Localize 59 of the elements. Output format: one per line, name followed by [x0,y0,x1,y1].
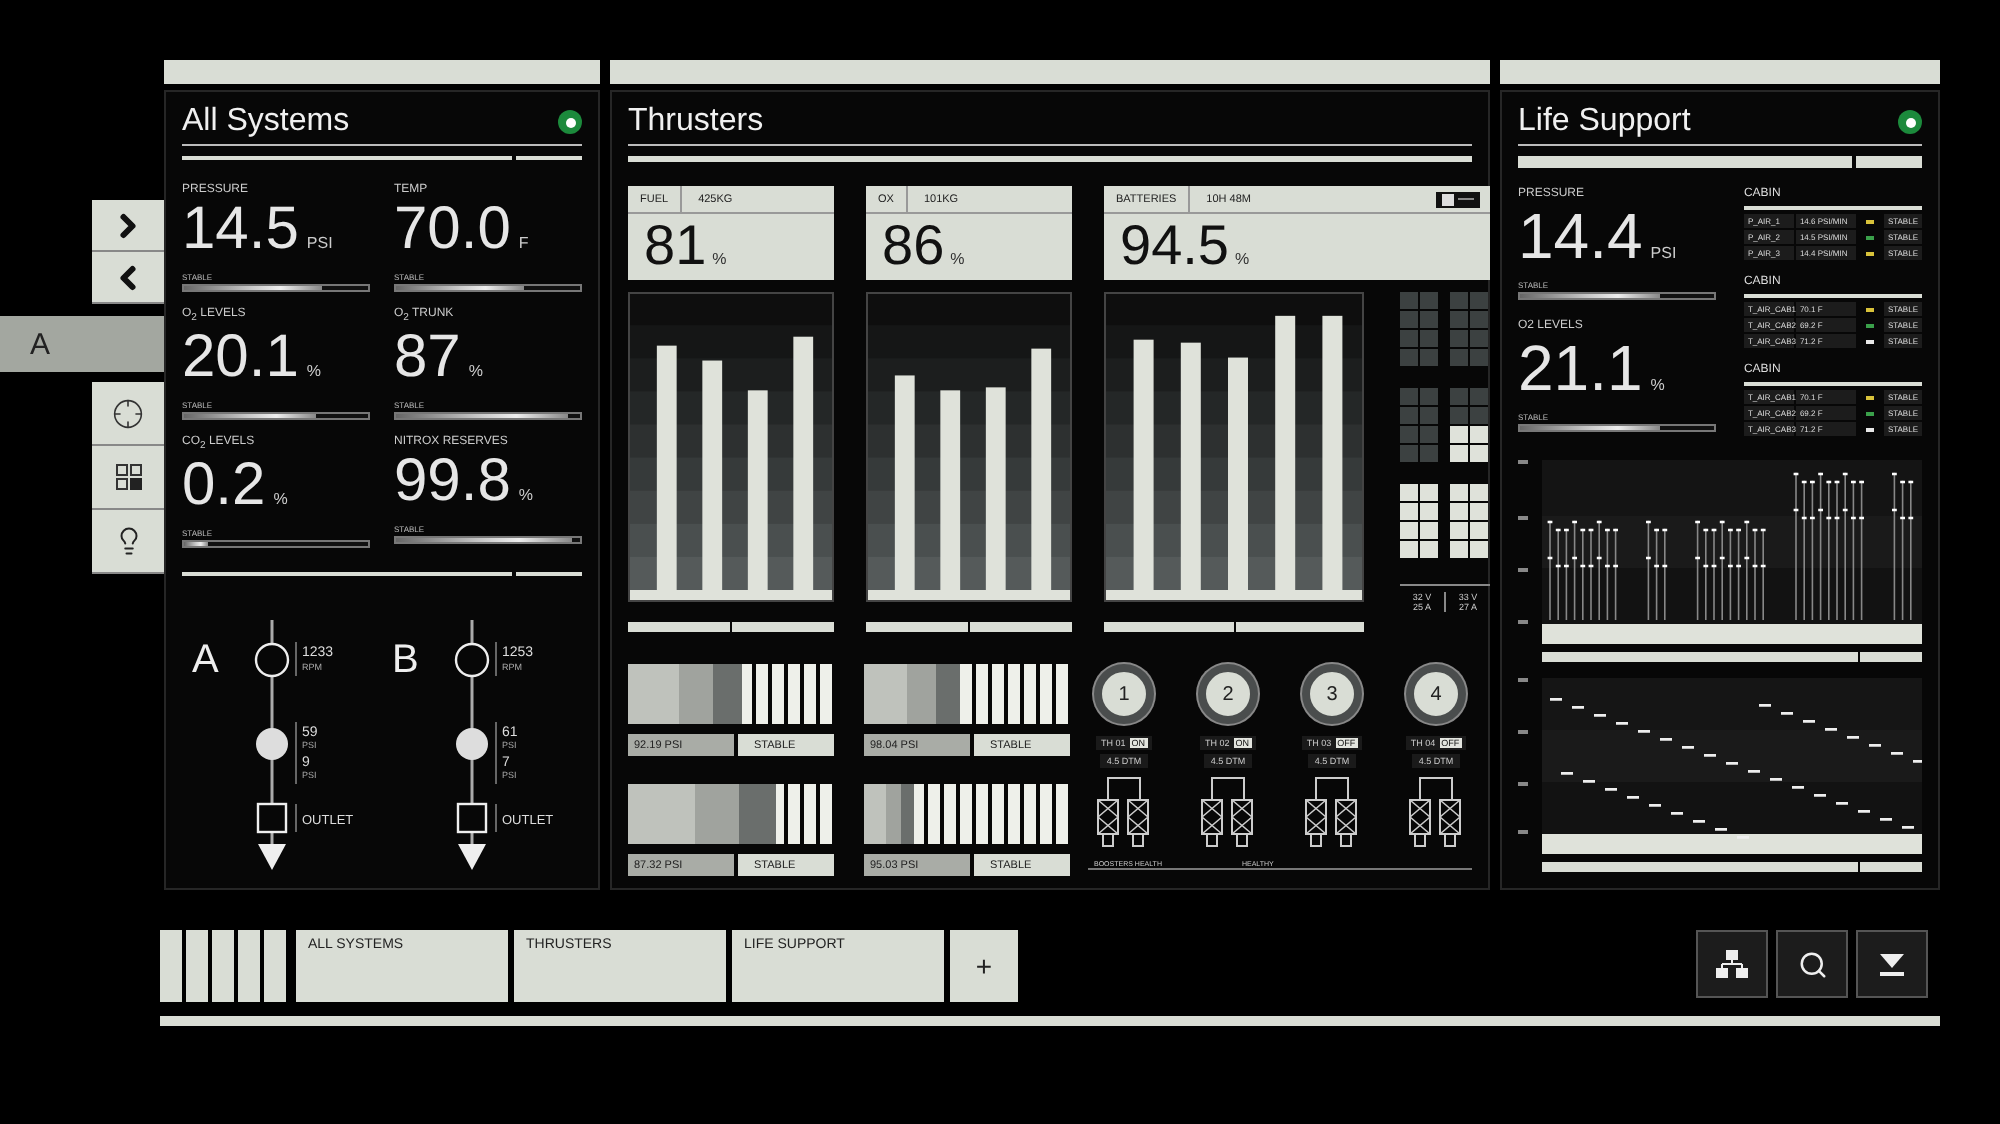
metric-value: 87 [394,328,461,388]
metric-value: 70.0 [394,199,511,260]
metric-value: 14.5 [182,199,299,260]
metric-unit: % [468,362,483,380]
block-strip [238,930,260,1002]
search-button[interactable] [1776,930,1848,998]
grid-icon [115,464,141,490]
add-tab-button[interactable]: + [950,930,1018,1002]
metric-unit: % [518,486,534,504]
block-strip [212,930,234,1002]
block-strip [264,930,286,1002]
booster-dial[interactable]: 3 [1302,664,1362,724]
metric-value: 14.4 [1518,204,1643,268]
relay-drawing [1094,772,1154,852]
tank-value: 81 [644,218,707,274]
bulb-button[interactable] [92,510,164,574]
forward-button[interactable] [92,200,164,252]
metric-unit: % [1650,376,1665,394]
back-button[interactable] [92,252,164,304]
search-icon [1797,949,1827,979]
booster-dial[interactable]: 2 [1198,664,1258,724]
target-button[interactable] [92,382,164,446]
relay-drawing [1198,772,1258,852]
metric-unit: % [273,490,288,509]
metric-value: 0.2 [182,456,266,517]
panel-title: Thrusters [628,104,764,140]
metric-value: 20.1 [182,328,299,388]
metric-unit: PSI [1650,244,1677,262]
hierarchy-button[interactable] [1696,930,1768,998]
side-tab[interactable]: A [0,316,164,372]
panel-title: All Systems [182,104,350,140]
panel-title: Life Support [1518,104,1691,140]
tank-value: 94.5 [1120,218,1229,274]
pump-label: B [392,638,419,682]
header-strip [516,572,582,576]
header-strip [1855,156,1922,168]
download-icon [1878,950,1906,978]
tank-unit: % [1235,250,1250,268]
metric-unit: PSI [306,233,333,252]
pump-label: A [192,638,219,682]
tank-unit: % [950,250,965,268]
relay-drawing [1302,772,1362,852]
booster-dial[interactable]: 4 [1406,664,1466,724]
header-strip [516,156,582,160]
tank-unit: % [712,250,727,268]
tank-value: 86 [882,218,945,274]
crosshair-icon [112,397,144,429]
metric-value: 99.8 [394,452,511,512]
block-strip [160,930,182,1002]
download-button[interactable] [1856,930,1928,998]
grid-button[interactable] [92,446,164,510]
hierarchy-icon [1716,950,1748,978]
relay-drawing [1406,772,1466,852]
badge-icon [1436,191,1480,207]
metric-value: 21.1 [1518,336,1643,400]
metric-unit: % [306,362,322,380]
metric-unit: F [518,233,529,252]
block-strip [186,930,208,1002]
booster-dial[interactable]: 1 [1094,664,1154,724]
